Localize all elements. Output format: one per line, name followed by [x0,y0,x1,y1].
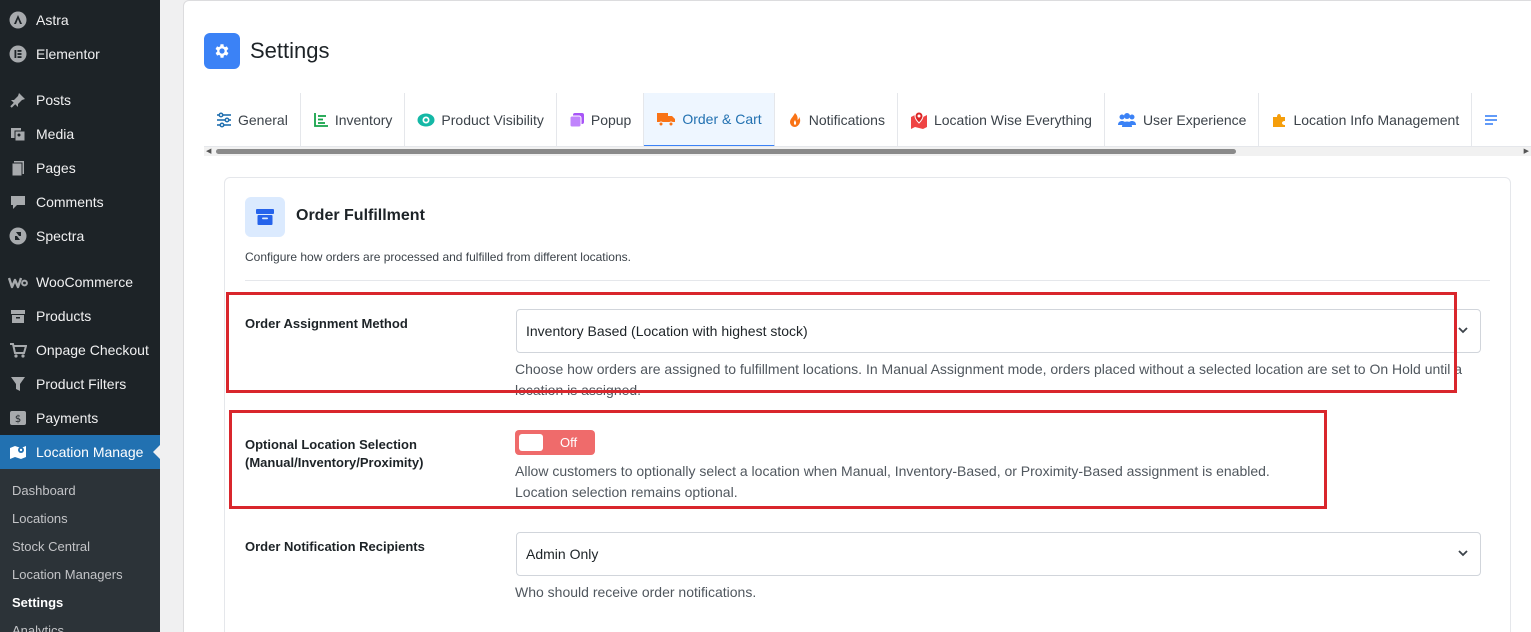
gear-icon [204,33,240,69]
highlight-box-assignment [226,292,1457,393]
tab-user-experience[interactable]: User Experience [1105,93,1260,146]
sidebar-item-spectra[interactable]: Spectra [0,219,160,253]
sidebar-item-label: Spectra [36,228,85,244]
chart-icon [313,112,329,128]
scroll-left-icon[interactable]: ◀ [206,147,211,156]
tab-label: Product Visibility [441,112,544,128]
comment-icon [8,192,28,212]
sidebar-item-label: Elementor [36,46,100,62]
tab-location-wise-everything[interactable]: Location Wise Everything [898,93,1105,146]
sidebar-item-label: Payments [36,410,99,426]
tab-popup[interactable]: Popup [557,93,645,146]
order-notification-recipients-select[interactable]: Admin Only [516,532,1481,576]
sidebar-item-label: Onpage Checkout [36,342,149,358]
sidebar-item-location-manage[interactable]: Location Manage [0,435,161,469]
sidebar-item-label: Astra [36,12,69,28]
tab-label: General [238,112,288,128]
cart-icon [8,340,28,360]
sidebar-item-payments[interactable]: $ Payments [0,401,160,435]
truck-icon [656,111,676,127]
products-icon [8,306,28,326]
bell-icon [787,112,803,128]
sidebar-item-label: Product Filters [36,376,127,392]
tab-product-visibility[interactable]: Product Visibility [405,93,557,146]
sidebar-item-product-filters[interactable]: Product Filters [0,367,160,401]
chevron-down-icon [1456,323,1470,340]
puzzle-icon [1271,112,1287,128]
tab-inventory[interactable]: Inventory [301,93,406,146]
spectra-icon [8,226,28,246]
tab-location-info-management[interactable]: Location Info Management [1259,93,1473,146]
sidebar-item-label: Pages [36,160,76,176]
elementor-icon [8,44,28,64]
sidebar-item-label: WooCommerce [36,274,133,290]
submenu-item-settings[interactable]: Settings [12,588,63,616]
sliders-icon [216,112,232,128]
submenu-item-dashboard[interactable]: Dashboard [12,476,76,504]
tab-more[interactable] [1472,93,1516,146]
users-icon [1117,112,1137,128]
admin-sidebar: Astra Elementor Posts Media Pages Commen… [0,0,161,632]
woocommerce-icon [8,272,28,292]
tab-label: Location Info Management [1293,112,1460,128]
select-value: Admin Only [526,546,599,562]
card-title: Order Fulfillment [296,207,425,224]
sidebar-item-label: Posts [36,92,72,108]
list-icon [1484,113,1498,127]
map-icon [8,442,28,462]
page-title: Settings [250,38,330,63]
tab-order-cart[interactable]: Order & Cart [644,93,775,146]
tab-label: Notifications [808,112,885,128]
scroll-right-icon[interactable]: ▶ [1524,147,1529,156]
payments-icon: $ [8,408,28,428]
order-notification-recipients-help: Who should receive order notifications. [515,584,757,600]
location-manage-submenu: Dashboard Locations Stock Central Locati… [0,469,160,632]
sidebar-item-pages[interactable]: Pages [0,151,160,185]
astra-icon [8,10,28,30]
tab-label: Order & Cart [682,111,762,127]
sidebar-item-elementor[interactable]: Elementor [0,37,160,71]
card-description: Configure how orders are processed and f… [245,250,631,264]
tab-notifications[interactable]: Notifications [775,93,898,146]
pin-icon [8,90,28,110]
tab-general[interactable]: General [204,93,301,146]
pages-icon [8,158,28,178]
sidebar-item-media[interactable]: Media [0,117,160,151]
sidebar-item-posts[interactable]: Posts [0,83,160,117]
sidebar-item-label: Media [36,126,75,142]
submenu-item-location-managers[interactable]: Location Managers [12,560,123,588]
archive-icon [245,197,285,237]
sidebar-item-comments[interactable]: Comments [0,185,160,219]
tabs-scrollbar[interactable]: ◀ ▶ [204,147,1531,156]
filter-icon [8,374,28,394]
tab-label: User Experience [1142,112,1247,128]
media-icon [8,124,28,144]
sidebar-item-label: Location Manage [36,444,144,460]
tab-label: Inventory [334,112,393,128]
popup-icon [569,112,585,128]
sidebar-item-astra[interactable]: Astra [0,3,160,37]
scroll-thumb[interactable] [216,149,1236,154]
chevron-down-icon [1456,546,1470,563]
settings-tabs: General Inventory Product Visibility Pop… [204,93,1531,147]
card-divider [245,280,1490,281]
order-notification-recipients-label: Order Notification Recipients [245,539,425,554]
eye-icon [417,112,435,128]
sidebar-item-label: Comments [36,194,104,210]
sidebar-item-label: Products [36,308,92,324]
submenu-item-stock-central[interactable]: Stock Central [12,532,90,560]
submenu-item-analytics[interactable]: Analytics [12,616,64,632]
submenu-item-locations[interactable]: Locations [12,504,68,532]
sidebar-item-onpage-checkout[interactable]: Onpage Checkout [0,333,160,367]
highlight-box-optional-location [229,410,1327,509]
svg-text:$: $ [15,414,21,425]
sidebar-item-products[interactable]: Products [0,299,160,333]
tab-label: Location Wise Everything [933,112,1092,128]
tab-label: Popup [590,112,632,128]
sidebar-item-woocommerce[interactable]: WooCommerce [0,265,160,299]
map-marker-icon [910,111,928,129]
